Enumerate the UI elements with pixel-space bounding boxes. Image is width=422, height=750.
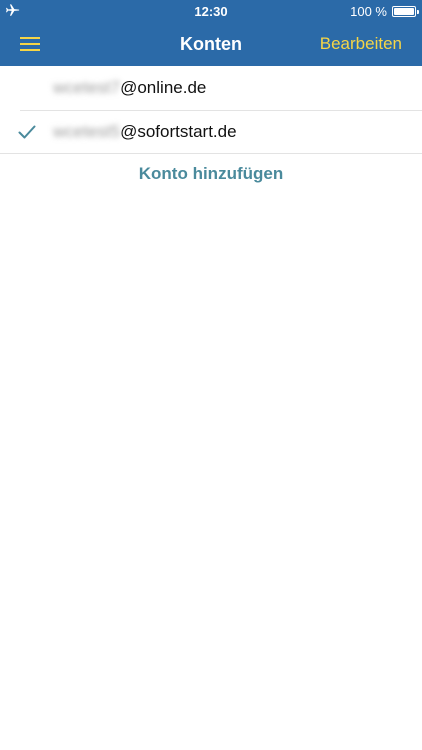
account-email: wcetest5@sofortstart.de xyxy=(53,122,237,142)
add-account-button[interactable]: Konto hinzufügen xyxy=(0,164,422,184)
battery-percentage: 100 % xyxy=(350,4,387,19)
account-email: wcetest7@online.de xyxy=(53,78,206,98)
top-bar: 12:30 100 % Konten Bearbeiten xyxy=(0,0,422,66)
account-row-online[interactable]: wcetest7@online.de xyxy=(0,66,422,110)
account-username-blurred: wcetest5 xyxy=(53,122,121,141)
account-row-sofortstart[interactable]: wcetest5@sofortstart.de xyxy=(0,110,422,154)
account-list: wcetest7@online.de wcetest5@sofortstart.… xyxy=(0,66,422,183)
account-domain: @online.de xyxy=(120,78,207,97)
battery-icon xyxy=(392,6,419,17)
checkmark-icon xyxy=(18,125,36,139)
account-domain: @sofortstart.de xyxy=(120,122,237,141)
navigation-bar: Konten Bearbeiten xyxy=(0,22,422,66)
edit-button[interactable]: Bearbeiten xyxy=(320,34,402,54)
account-username-blurred: wcetest7 xyxy=(53,78,121,97)
status-bar: 12:30 100 % xyxy=(0,0,422,22)
